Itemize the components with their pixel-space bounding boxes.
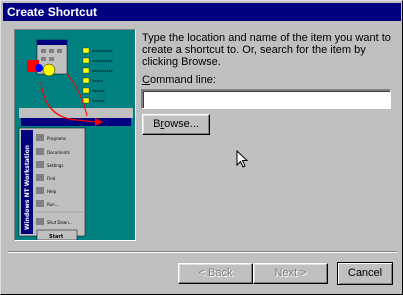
command-line-input[interactable] <box>141 89 391 109</box>
create-shortcut-dialog: Create Shortcut xxxxxxxxxx xxxxxxxxxx xxxx… <box>0 0 403 295</box>
start-menu-item: Settings <box>47 163 63 168</box>
start-menu-item: Help <box>47 189 57 194</box>
start-menu-item: Shut Down... <box>47 220 73 225</box>
start-button-label: Start <box>49 234 64 240</box>
folder-item-label: xxxxxxxxxx <box>92 49 113 53</box>
folder-item-label: xxxxxxxxxx <box>92 69 113 73</box>
start-menu-banner: Windows NT Workstation <box>24 145 31 230</box>
start-menu-item: Run... <box>47 202 58 207</box>
cancel-button[interactable]: Cancel <box>337 262 393 285</box>
separator <box>8 251 397 253</box>
command-line-label: Command line: <box>142 74 216 86</box>
folder-item-label: Xxxxxx <box>92 99 105 103</box>
start-menu-item: Programs <box>47 136 66 141</box>
window-title: Create Shortcut <box>7 5 98 19</box>
browse-button[interactable]: Browse... <box>142 114 210 135</box>
back-button[interactable]: < Back <box>178 263 253 284</box>
instructions-text: Type the location and name of the item y… <box>142 32 391 68</box>
title-bar[interactable]: Create Shortcut <box>3 3 401 21</box>
folder-item-label: Xxxxx <box>92 79 103 83</box>
command-line-label-rest: ommand line: <box>149 74 216 86</box>
wizard-illustration: xxxxxxxxxx xxxxxxxxxx xxxxxxxxxx Xxxxx Xxxx… <box>14 29 136 241</box>
start-menu-illustration: xxxxxxxxxx xxxxxxxxxx xxxxxxxxxx Xxxxx Xxxx… <box>18 39 133 240</box>
start-menu-item: Documents <box>47 150 70 155</box>
folder-item-label: Xxxxxx <box>92 89 105 93</box>
browse-label-post: owse... <box>164 118 199 130</box>
command-line-label-accel: C <box>142 74 150 86</box>
next-button[interactable]: Next > <box>253 263 328 284</box>
folder-item-label: xxxxxxxxxx <box>92 59 113 63</box>
start-menu-item: Find <box>47 176 56 181</box>
mouse-pointer-icon <box>236 150 248 168</box>
